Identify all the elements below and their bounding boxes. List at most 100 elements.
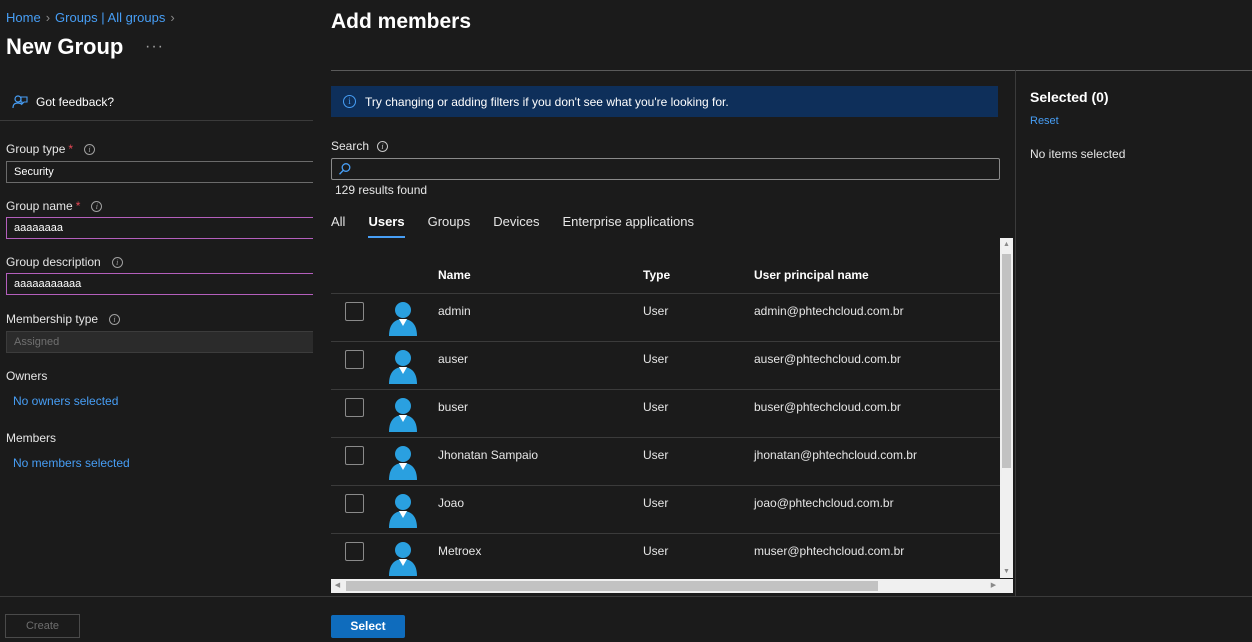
page-title: New Group <box>6 34 124 59</box>
group-name-input[interactable]: aaaaaaaa <box>6 217 316 239</box>
info-icon[interactable]: i <box>84 143 96 155</box>
feedback-icon <box>12 95 28 109</box>
user-avatar-icon <box>389 350 417 384</box>
user-avatar-icon <box>389 542 417 576</box>
panel-title: Add members <box>331 10 472 33</box>
scroll-down-icon[interactable]: ▼ <box>1000 565 1013 578</box>
search-icon <box>338 163 351 175</box>
user-avatar-icon <box>389 446 417 480</box>
scroll-left-icon[interactable]: ◀ <box>331 579 344 593</box>
select-button[interactable]: Select <box>331 615 405 638</box>
horizontal-scrollbar[interactable]: ◀ ▶ <box>331 579 1000 593</box>
row-checkbox[interactable] <box>345 494 364 513</box>
feedback-button[interactable]: Got feedback? <box>12 94 114 110</box>
results-count: 129 results found <box>335 183 428 197</box>
divider <box>0 596 313 597</box>
scrollbar-thumb[interactable] <box>346 581 878 591</box>
scrollbar-thumb[interactable] <box>1002 254 1011 468</box>
user-name: auser <box>438 352 469 366</box>
scroll-up-icon[interactable]: ▲ <box>1000 238 1013 251</box>
more-options-icon[interactable]: ··· <box>145 38 164 56</box>
user-type: User <box>643 400 669 414</box>
user-principal-name: auser@phtechcloud.com.br <box>754 352 901 366</box>
user-principal-name: muser@phtechcloud.com.br <box>754 544 905 558</box>
scrollbar-corner <box>1000 579 1013 593</box>
membership-type-label: Membership type i <box>6 312 121 326</box>
row-checkbox[interactable] <box>345 398 364 417</box>
members-label: Members <box>6 431 57 445</box>
group-type-label: Group type * i <box>6 142 96 156</box>
user-type: User <box>643 448 669 462</box>
tab-devices[interactable]: Devices <box>493 214 539 238</box>
breadcrumb-separator-icon: › <box>170 10 175 25</box>
tab-users[interactable]: Users <box>368 214 405 238</box>
user-avatar-icon <box>389 398 417 432</box>
new-group-blade: Home › Groups | All groups › New Group ··· … <box>0 0 316 642</box>
table-row[interactable]: Metroex User muser@phtechcloud.com.br <box>331 534 1000 579</box>
breadcrumb-groups[interactable]: Groups | All groups <box>55 10 165 25</box>
selected-title: Selected (0) <box>1030 89 1109 105</box>
table-row[interactable]: auser User auser@phtechcloud.com.br <box>331 342 1000 390</box>
table-row[interactable]: buser User buser@phtechcloud.com.br <box>331 390 1000 438</box>
column-header-name[interactable]: Name <box>438 268 471 282</box>
table-row[interactable]: Jhonatan Sampaio User jhonatan@phtechclo… <box>331 438 1000 486</box>
row-checkbox[interactable] <box>345 542 364 561</box>
column-header-type[interactable]: Type <box>643 268 670 282</box>
search-label: Search i <box>331 139 389 153</box>
group-description-label: Group description i <box>6 255 123 269</box>
membership-type-dropdown: Assigned <box>6 331 316 353</box>
user-principal-name: admin@phtechcloud.com.br <box>754 304 904 318</box>
required-marker: * <box>68 142 74 156</box>
user-principal-name: joao@phtechcloud.com.br <box>754 496 894 510</box>
results-table: Name Type User principal name admin User… <box>331 238 1000 579</box>
divider <box>331 70 1252 71</box>
search-input[interactable] <box>331 158 1000 180</box>
user-name: buser <box>438 400 469 414</box>
group-description-input[interactable]: aaaaaaaaaaa <box>6 273 316 295</box>
feedback-label: Got feedback? <box>36 95 115 109</box>
info-icon[interactable]: i <box>111 256 123 268</box>
filter-tabs: All Users Groups Devices Enterprise appl… <box>331 214 717 238</box>
reset-link[interactable]: Reset <box>1030 115 1059 127</box>
user-name: admin <box>438 304 471 318</box>
info-icon[interactable]: i <box>377 140 389 152</box>
tab-all[interactable]: All <box>331 214 345 238</box>
group-name-label: Group name * i <box>6 199 103 213</box>
scroll-right-icon[interactable]: ▶ <box>987 579 1000 593</box>
column-header-upn[interactable]: User principal name <box>754 268 869 282</box>
group-type-dropdown[interactable]: Security <box>6 161 316 183</box>
members-link[interactable]: No members selected <box>13 456 130 470</box>
info-banner-text: Try changing or adding filters if you do… <box>365 94 729 109</box>
user-type: User <box>643 352 669 366</box>
user-name: Joao <box>438 496 465 510</box>
owners-link[interactable]: No owners selected <box>13 394 118 408</box>
user-type: User <box>643 496 669 510</box>
info-banner: i Try changing or adding filters if you … <box>331 86 998 117</box>
divider <box>1015 70 1016 596</box>
user-name: Metroex <box>438 544 482 558</box>
row-checkbox[interactable] <box>345 302 364 321</box>
table-row[interactable]: Joao User joao@phtechcloud.com.br <box>331 486 1000 534</box>
table-row[interactable]: admin User admin@phtechcloud.com.br <box>331 294 1000 342</box>
breadcrumb-home[interactable]: Home <box>6 10 41 25</box>
owners-label: Owners <box>6 369 48 383</box>
user-principal-name: buser@phtechcloud.com.br <box>754 400 901 414</box>
create-button[interactable]: Create <box>5 614 80 638</box>
info-icon[interactable]: i <box>91 200 103 212</box>
user-principal-name: jhonatan@phtechcloud.com.br <box>754 448 917 462</box>
row-checkbox[interactable] <box>345 350 364 369</box>
required-marker: * <box>75 199 81 213</box>
info-icon: i <box>343 95 356 108</box>
breadcrumb: Home › Groups | All groups › <box>6 10 180 25</box>
info-icon[interactable]: i <box>109 313 121 325</box>
selected-empty-text: No items selected <box>1030 147 1126 161</box>
table-header: Name Type User principal name <box>331 238 1000 294</box>
divider <box>0 120 313 121</box>
vertical-scrollbar[interactable]: ▲ ▼ <box>1000 238 1013 578</box>
tab-enterprise-applications[interactable]: Enterprise applications <box>562 214 694 238</box>
user-name: Jhonatan Sampaio <box>438 448 539 462</box>
user-avatar-icon <box>389 494 417 528</box>
user-avatar-icon <box>389 302 417 336</box>
row-checkbox[interactable] <box>345 446 364 465</box>
tab-groups[interactable]: Groups <box>428 214 471 238</box>
